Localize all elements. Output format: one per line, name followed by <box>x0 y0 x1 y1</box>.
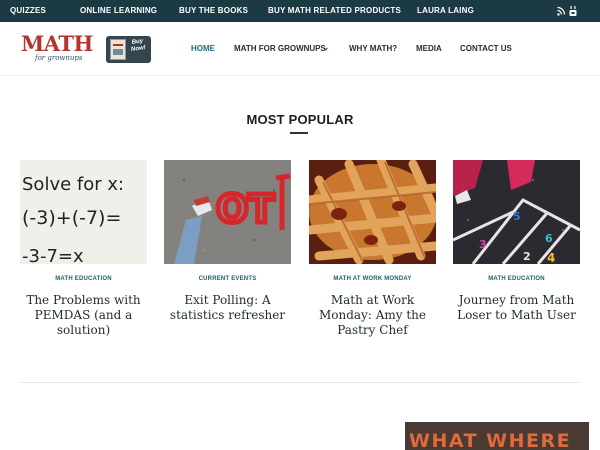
promo-banner[interactable]: WHAT WHERE <box>405 422 589 450</box>
youtube-icon[interactable] <box>569 5 577 17</box>
logo-tagline: for grownups <box>35 54 83 62</box>
nav-home[interactable]: HOME <box>191 22 215 76</box>
buy-book-badge[interactable]: Buy Now! <box>106 36 151 63</box>
post-thumbnail-pie[interactable] <box>309 160 436 264</box>
post-thumbnail-hopscotch[interactable]: 5 3 6 4 2 <box>453 160 580 264</box>
promo-text: WHAT WHERE <box>409 430 572 450</box>
post-category[interactable]: MATH AT WORK MONDAY <box>309 276 436 282</box>
logo-wordmark: MATH <box>21 31 93 56</box>
post-title[interactable]: Exit Polling: A statistics refresher <box>160 293 295 323</box>
nav-media[interactable]: MEDIA <box>416 22 442 76</box>
nav-contact-us[interactable]: CONTACT US <box>460 22 512 76</box>
svg-text:Solve for x:: Solve for x: <box>22 174 124 195</box>
site-logo[interactable]: MATH for grownups <box>21 32 103 64</box>
buy-now-label: Buy Now! <box>130 38 147 53</box>
top-nav-buy-the-books[interactable]: BUY THE BOOKS <box>179 0 248 22</box>
nav-math-for-grownups-label: MATH FOR GROWNUPS <box>234 44 326 53</box>
site-header: MATH for grownups Buy Now! HOME MATH FOR… <box>0 22 600 76</box>
svg-text:4: 4 <box>547 251 555 264</box>
section-title: MOST POPULAR <box>246 112 354 127</box>
title-underline <box>290 132 308 134</box>
svg-text:2: 2 <box>523 250 531 263</box>
post-category[interactable]: MATH EDUCATION <box>20 276 147 282</box>
post-category[interactable]: MATH EDUCATION <box>453 276 580 282</box>
post-category[interactable]: CURRENT EVENTS <box>164 276 291 282</box>
nav-math-for-grownups[interactable]: MATH FOR GROWNUPS <box>234 22 326 76</box>
top-nav-online-learning[interactable]: ONLINE LEARNING <box>80 0 157 22</box>
post-title[interactable]: Journey from Math Loser to Math User <box>449 293 584 323</box>
book-cover-icon <box>110 39 126 60</box>
top-bar: QUIZZES ONLINE LEARNING BUY THE BOOKS BU… <box>0 0 600 22</box>
svg-text:OT: OT <box>216 187 274 231</box>
svg-text:-3-7=x: -3-7=x <box>22 246 84 264</box>
svg-text:6: 6 <box>545 232 553 245</box>
post-title[interactable]: The Problems with PEMDAS (and a solution… <box>16 293 151 338</box>
rss-icon[interactable] <box>557 5 565 17</box>
section-divider <box>20 382 580 383</box>
post-title[interactable]: Math at Work Monday: Amy the Pastry Chef <box>305 293 440 338</box>
post-thumbnail-vote[interactable]: OT <box>164 160 291 264</box>
top-nav-laura-laing[interactable]: LAURA LAING <box>417 0 474 22</box>
svg-text:(-3)+(-7)=: (-3)+(-7)= <box>22 207 121 229</box>
top-nav-quizzes[interactable]: QUIZZES <box>10 0 46 22</box>
top-nav-buy-math-products[interactable]: BUY MATH RELATED PRODUCTS <box>268 0 401 22</box>
svg-text:3: 3 <box>479 238 487 251</box>
nav-why-math[interactable]: WHY MATH? <box>349 22 397 76</box>
chevron-down-icon[interactable] <box>323 47 328 51</box>
svg-text:5: 5 <box>513 210 521 223</box>
post-thumbnail-chalkboard[interactable]: Solve for x: (-3)+(-7)= -3-7=x <box>20 160 147 264</box>
